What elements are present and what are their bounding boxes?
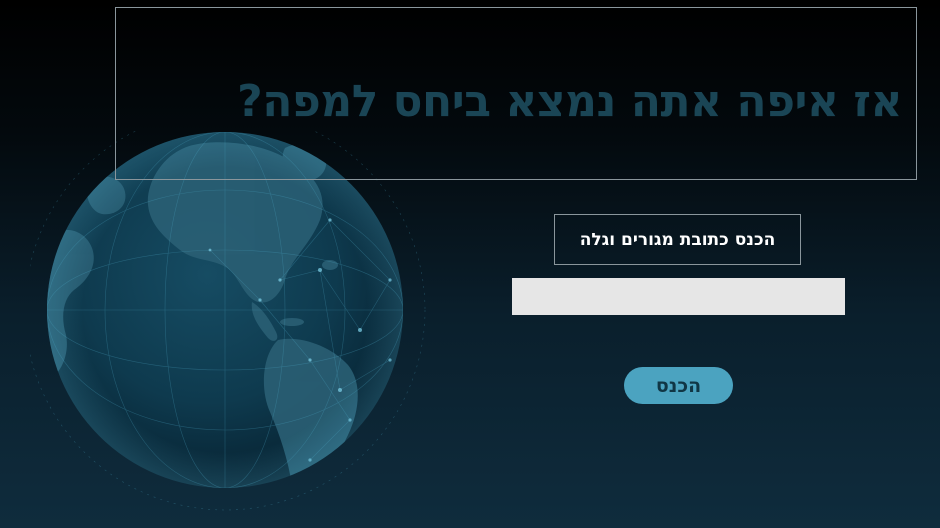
world-globe-icon <box>30 130 426 511</box>
address-prompt-label: הכנס כתובת מגורים וגלה <box>579 229 776 250</box>
prompt-frame: הכנס כתובת מגורים וגלה <box>554 214 801 265</box>
title-frame: אז איפה אתה נמצא ביחס למפה? <box>115 7 917 180</box>
page-title: אז איפה אתה נמצא ביחס למפה? <box>237 76 902 127</box>
enter-button[interactable]: הכנס <box>624 367 733 404</box>
address-input[interactable] <box>512 278 845 315</box>
